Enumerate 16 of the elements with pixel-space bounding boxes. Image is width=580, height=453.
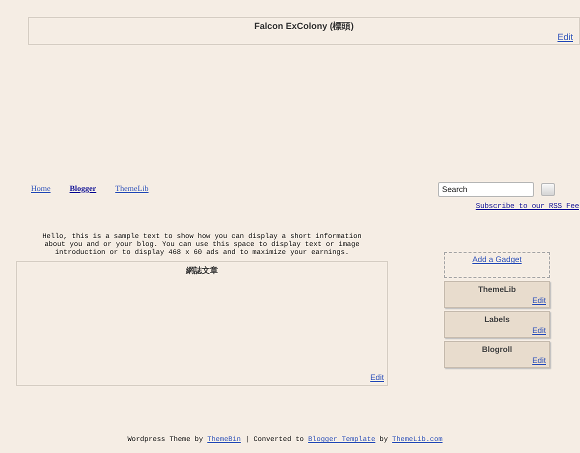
edit-link[interactable]: Edit (532, 296, 546, 306)
blog-title: Falcon ExColony (標頭) (254, 20, 354, 32)
widget-title: Labels (484, 314, 510, 326)
widget-title: ThemeLib (478, 284, 516, 296)
edit-link[interactable]: Edit (532, 326, 546, 336)
add-gadget-link[interactable]: Add a Gadget (472, 254, 522, 266)
search-button[interactable] (541, 182, 555, 196)
widget-title: Blogroll (482, 344, 512, 356)
edit-link[interactable]: Edit (557, 32, 573, 43)
nav-link[interactable]: Blogger (70, 183, 96, 195)
panel-title: 網誌文章 (186, 265, 218, 278)
nav-link[interactable]: Home (31, 183, 51, 195)
nav-link[interactable]: ThemeLib (115, 183, 149, 195)
edit-link[interactable]: Edit (532, 356, 546, 366)
edit-link[interactable]: Edit (370, 372, 384, 384)
search-field[interactable]: Search (438, 182, 534, 196)
